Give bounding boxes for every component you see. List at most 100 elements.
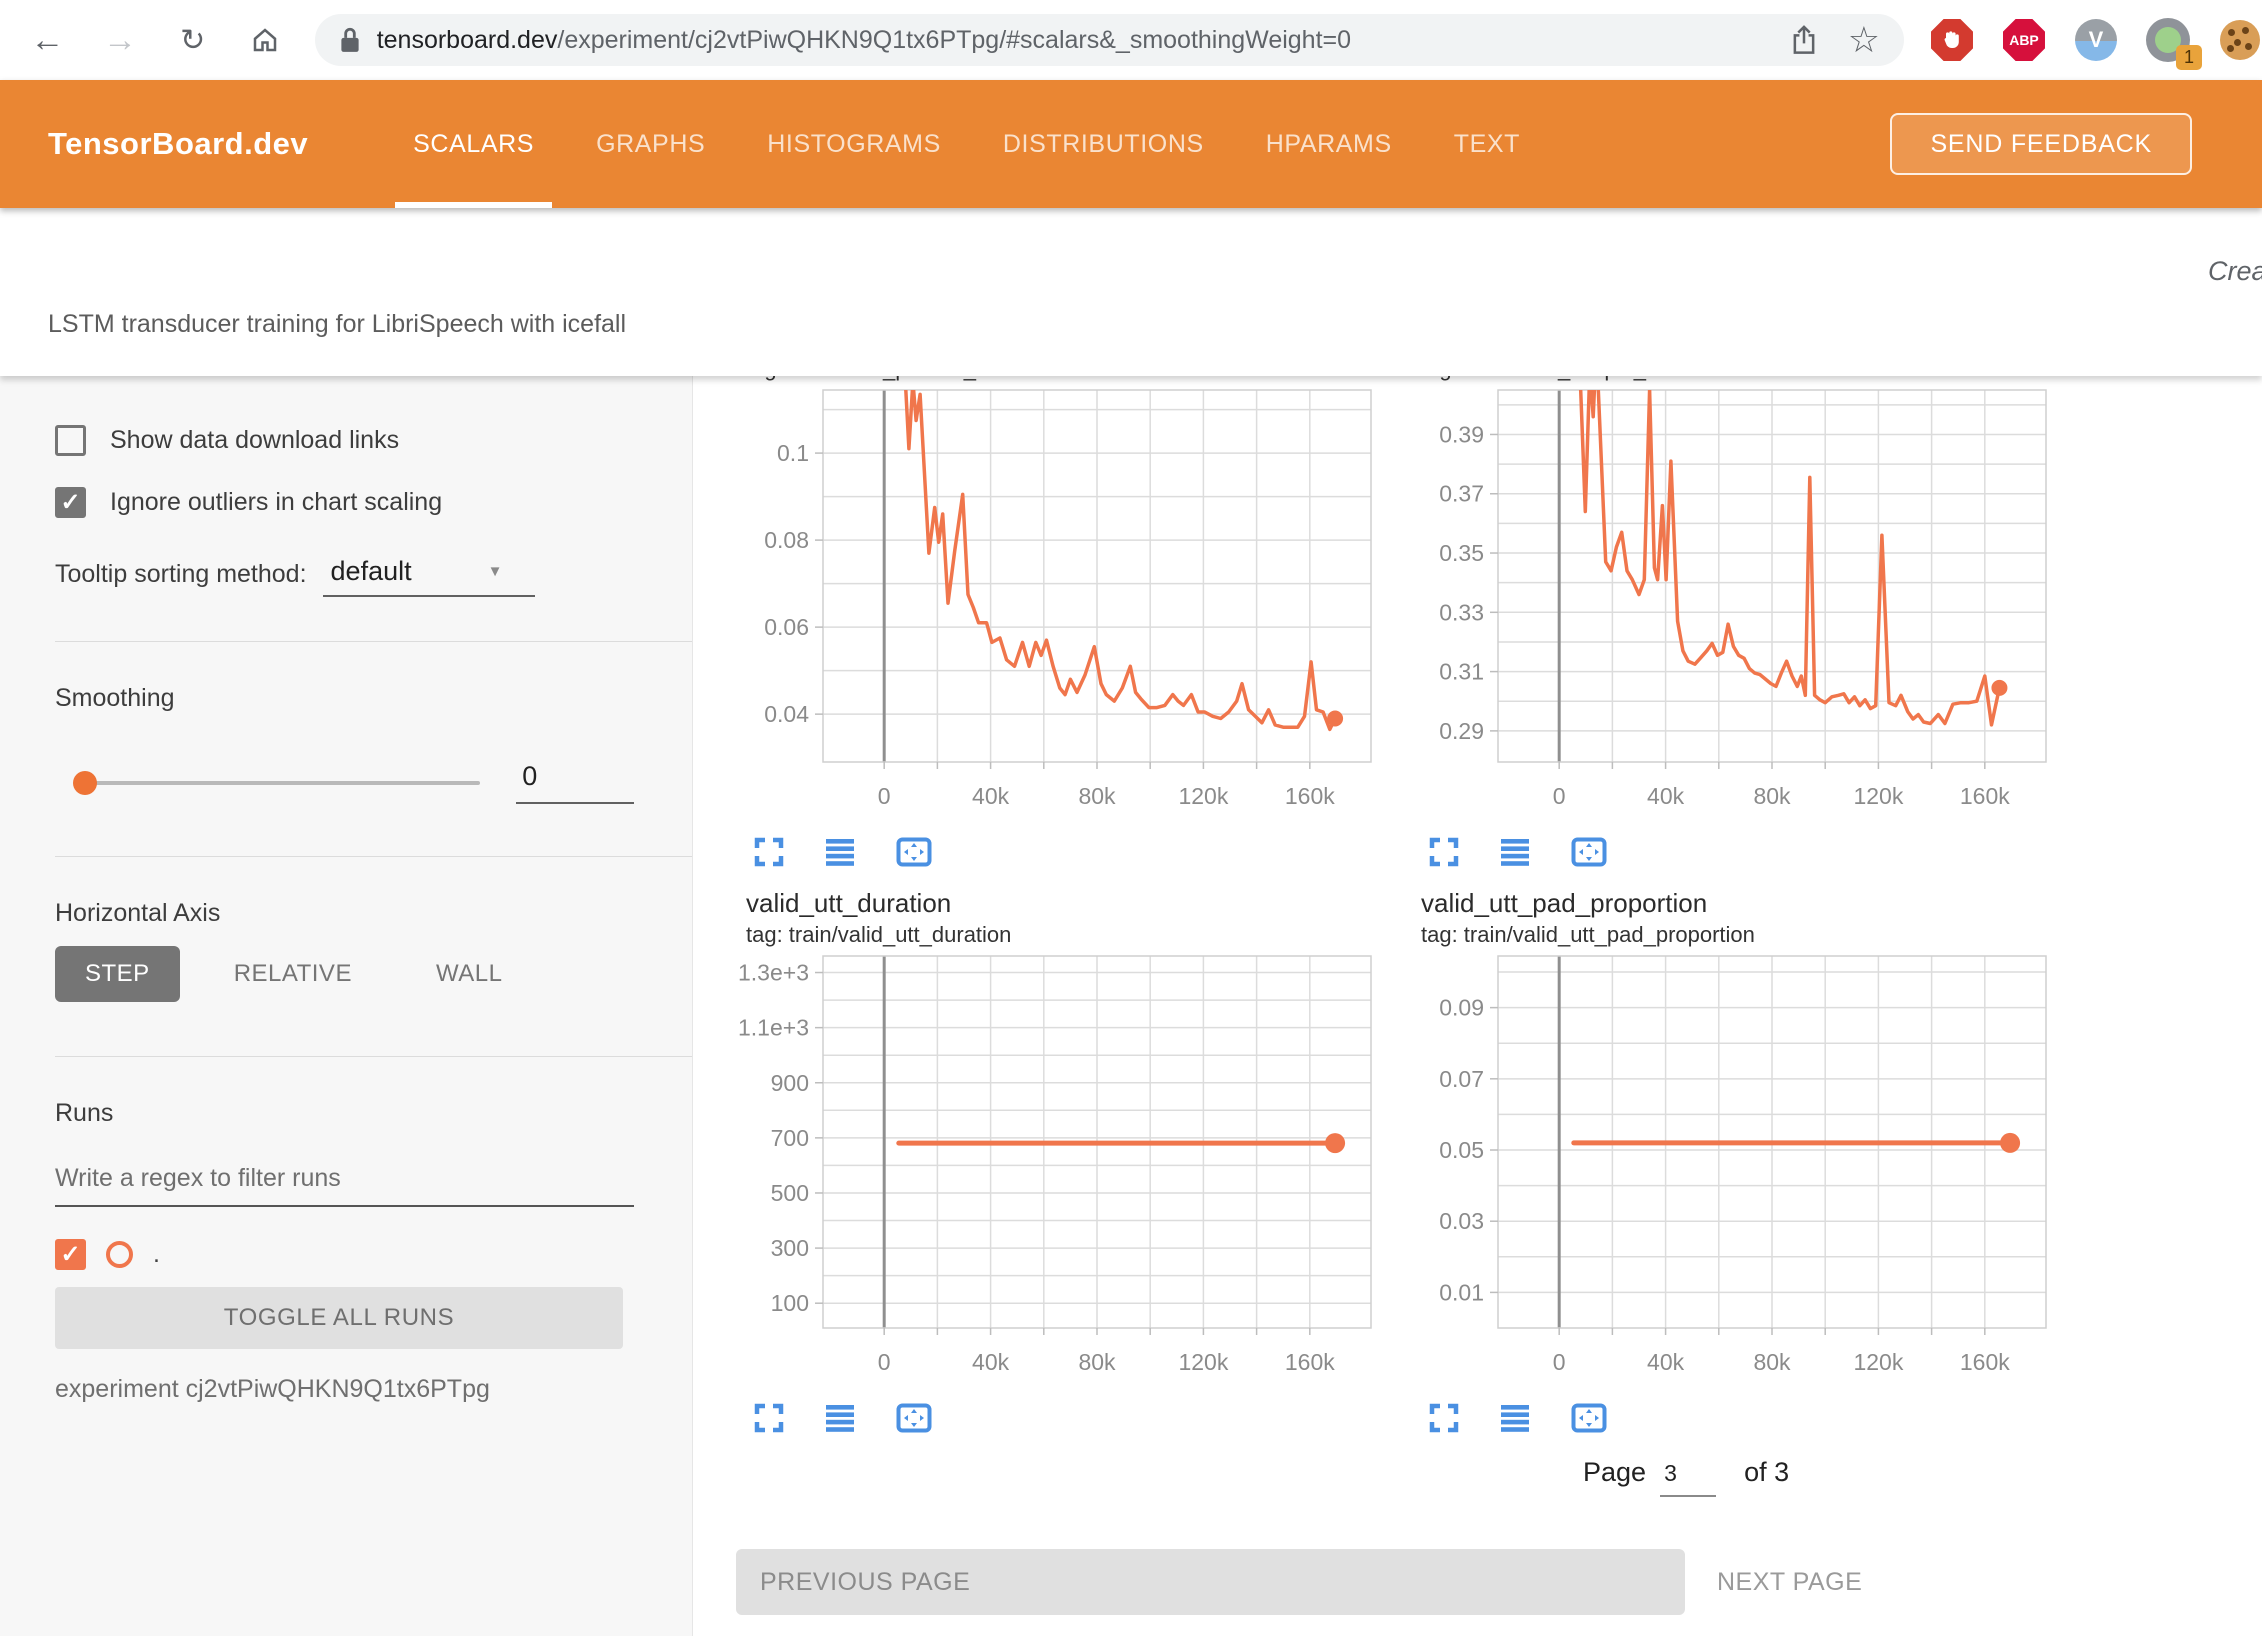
expand-fullscreen-icon[interactable]	[1429, 1403, 1459, 1433]
cookie-extension-icon[interactable]	[2218, 18, 2262, 62]
tab-graphs[interactable]: GRAPHS	[596, 80, 705, 208]
data-table-icon[interactable]	[824, 1403, 856, 1433]
runs-filter-input[interactable]	[55, 1160, 634, 1207]
run-color-swatch	[106, 1241, 133, 1268]
expand-fullscreen-icon[interactable]	[754, 1403, 784, 1433]
scalar-chart-plot[interactable]: 040k80k120k160k1003005007009001.1e+31.3e…	[718, 952, 1378, 1392]
url-host: tensorboard.dev	[377, 26, 558, 54]
axis-step-button[interactable]: STEP	[55, 946, 180, 1002]
svg-text:40k: 40k	[972, 1349, 1010, 1375]
svg-text:0.08: 0.08	[764, 527, 809, 553]
chart-tag: tag: train/valid_simple_loss	[1393, 376, 2053, 386]
pagination: Page of 3	[718, 1454, 2262, 1497]
ignore-outliers-label: Ignore outliers in chart scaling	[110, 488, 442, 517]
tensorboard-logo[interactable]: TensorBoard.dev	[48, 126, 308, 162]
show-download-links-row: ✓ Show data download links	[55, 422, 634, 458]
experiment-title: LSTM transducer training for LibriSpeech…	[48, 310, 626, 339]
chart-card: valid_pruned_loss tag: train/valid_prune…	[718, 376, 1378, 872]
extension-badge: 1	[2176, 45, 2202, 70]
fit-domain-icon[interactable]	[1571, 837, 1607, 867]
smoothing-label: Smoothing	[55, 684, 634, 713]
privacy-extension-icon[interactable]: 1	[2146, 18, 2190, 62]
show-download-links-checkbox[interactable]: ✓	[55, 425, 86, 456]
scalar-chart-plot[interactable]: 040k80k120k160k0.010.030.050.070.09	[1393, 952, 2053, 1392]
address-bar[interactable]: tensorboard.dev/experiment/cj2vtPiwQHKN9…	[315, 14, 1904, 66]
v-extension-icon[interactable]: V	[2074, 18, 2118, 62]
svg-text:120k: 120k	[1853, 1349, 1903, 1375]
smoothing-value[interactable]: 0	[516, 761, 634, 804]
tab-distributions[interactable]: DISTRIBUTIONS	[1003, 80, 1204, 208]
smoothing-slider-thumb[interactable]	[73, 771, 97, 795]
tab-hparams[interactable]: HPARAMS	[1266, 80, 1392, 208]
svg-text:0: 0	[878, 783, 891, 809]
expand-fullscreen-icon[interactable]	[754, 837, 784, 867]
adblock-extension-icon[interactable]	[1930, 18, 1974, 62]
forward-icon[interactable]: →	[95, 14, 146, 66]
smoothing-slider[interactable]	[77, 781, 480, 785]
axis-wall-button[interactable]: WALL	[406, 946, 532, 1002]
svg-text:80k: 80k	[1078, 783, 1116, 809]
abp-label: ABP	[2009, 32, 2039, 48]
created-text-clipped: Crea	[2208, 256, 2262, 287]
svg-text:1.3e+3: 1.3e+3	[738, 960, 809, 986]
v-label: V	[2089, 27, 2104, 53]
abp-extension-icon[interactable]: ABP	[2002, 18, 2046, 62]
fit-domain-icon[interactable]	[1571, 1403, 1607, 1433]
page-input[interactable]	[1660, 1454, 1716, 1497]
run-name: .	[153, 1240, 160, 1269]
data-table-icon[interactable]	[824, 837, 856, 867]
svg-text:900: 900	[771, 1070, 809, 1096]
fit-domain-icon[interactable]	[896, 1403, 932, 1433]
hand-icon	[1942, 29, 1962, 51]
expand-fullscreen-icon[interactable]	[1429, 837, 1459, 867]
ignore-outliers-checkbox[interactable]: ✓	[55, 487, 86, 518]
svg-text:160k: 160k	[1960, 1349, 2010, 1375]
url-path: /experiment/cj2vtPiwQHKN9Q1tx6PTpg/#scal…	[557, 26, 1351, 54]
share-icon[interactable]	[1790, 24, 1818, 56]
show-download-links-label: Show data download links	[110, 426, 399, 455]
home-icon[interactable]	[240, 14, 291, 66]
svg-text:1.1e+3: 1.1e+3	[738, 1015, 809, 1041]
svg-text:0.35: 0.35	[1439, 540, 1484, 566]
svg-text:120k: 120k	[1178, 1349, 1228, 1375]
axis-relative-button[interactable]: RELATIVE	[204, 946, 382, 1002]
scalar-chart-plot[interactable]: 040k80k120k160k0.040.060.080.1	[718, 386, 1378, 826]
home-icon-glyph	[250, 25, 280, 55]
tooltip-sorting-label: Tooltip sorting method:	[55, 560, 307, 597]
experiment-title-strip: Crea LSTM transducer training for LibriS…	[0, 208, 2262, 376]
svg-text:500: 500	[771, 1180, 809, 1206]
run-checkbox[interactable]: ✓	[55, 1239, 86, 1270]
svg-text:0: 0	[1553, 783, 1566, 809]
svg-text:40k: 40k	[1647, 783, 1685, 809]
send-feedback-button[interactable]: SEND FEEDBACK	[1890, 113, 2192, 175]
tooltip-sorting-select[interactable]: default ▼	[323, 556, 535, 597]
scalar-chart-plot[interactable]: 040k80k120k160k0.290.310.330.350.370.39	[1393, 386, 2053, 826]
url-text: tensorboard.dev/experiment/cj2vtPiwQHKN9…	[377, 26, 1351, 55]
tab-histograms[interactable]: HISTOGRAMS	[767, 80, 941, 208]
data-table-icon[interactable]	[1499, 1403, 1531, 1433]
experiment-id-label: experiment cj2vtPiwQHKN9Q1tx6PTpg	[55, 1375, 634, 1404]
chart-toolbar	[718, 826, 1378, 872]
tab-scalars[interactable]: SCALARS	[413, 80, 534, 208]
data-table-icon[interactable]	[1499, 837, 1531, 867]
svg-text:700: 700	[771, 1125, 809, 1151]
svg-text:300: 300	[771, 1235, 809, 1261]
previous-page-button[interactable]: PREVIOUS PAGE	[736, 1549, 1685, 1615]
header-tabs: SCALARS GRAPHS HISTOGRAMS DISTRIBUTIONS …	[413, 80, 1520, 208]
back-icon[interactable]: ←	[22, 14, 73, 66]
tab-text[interactable]: TEXT	[1454, 80, 1520, 208]
divider	[55, 641, 692, 642]
svg-text:0.04: 0.04	[764, 701, 809, 727]
svg-text:0: 0	[878, 1349, 891, 1375]
next-page-button[interactable]: NEXT PAGE	[1717, 1568, 1862, 1597]
svg-text:80k: 80k	[1078, 1349, 1116, 1375]
charts-main: valid_pruned_loss tag: train/valid_prune…	[693, 376, 2262, 1636]
reload-icon[interactable]: ↻	[167, 14, 218, 66]
fit-domain-icon[interactable]	[896, 837, 932, 867]
bookmark-star-icon[interactable]: ☆	[1848, 25, 1880, 55]
svg-text:0.09: 0.09	[1439, 995, 1484, 1021]
svg-text:0.1: 0.1	[777, 440, 809, 466]
toggle-all-runs-button[interactable]: TOGGLE ALL RUNS	[55, 1287, 623, 1349]
chart-card: valid_simple_loss tag: train/valid_simpl…	[1393, 376, 2053, 872]
svg-text:100: 100	[771, 1290, 809, 1316]
